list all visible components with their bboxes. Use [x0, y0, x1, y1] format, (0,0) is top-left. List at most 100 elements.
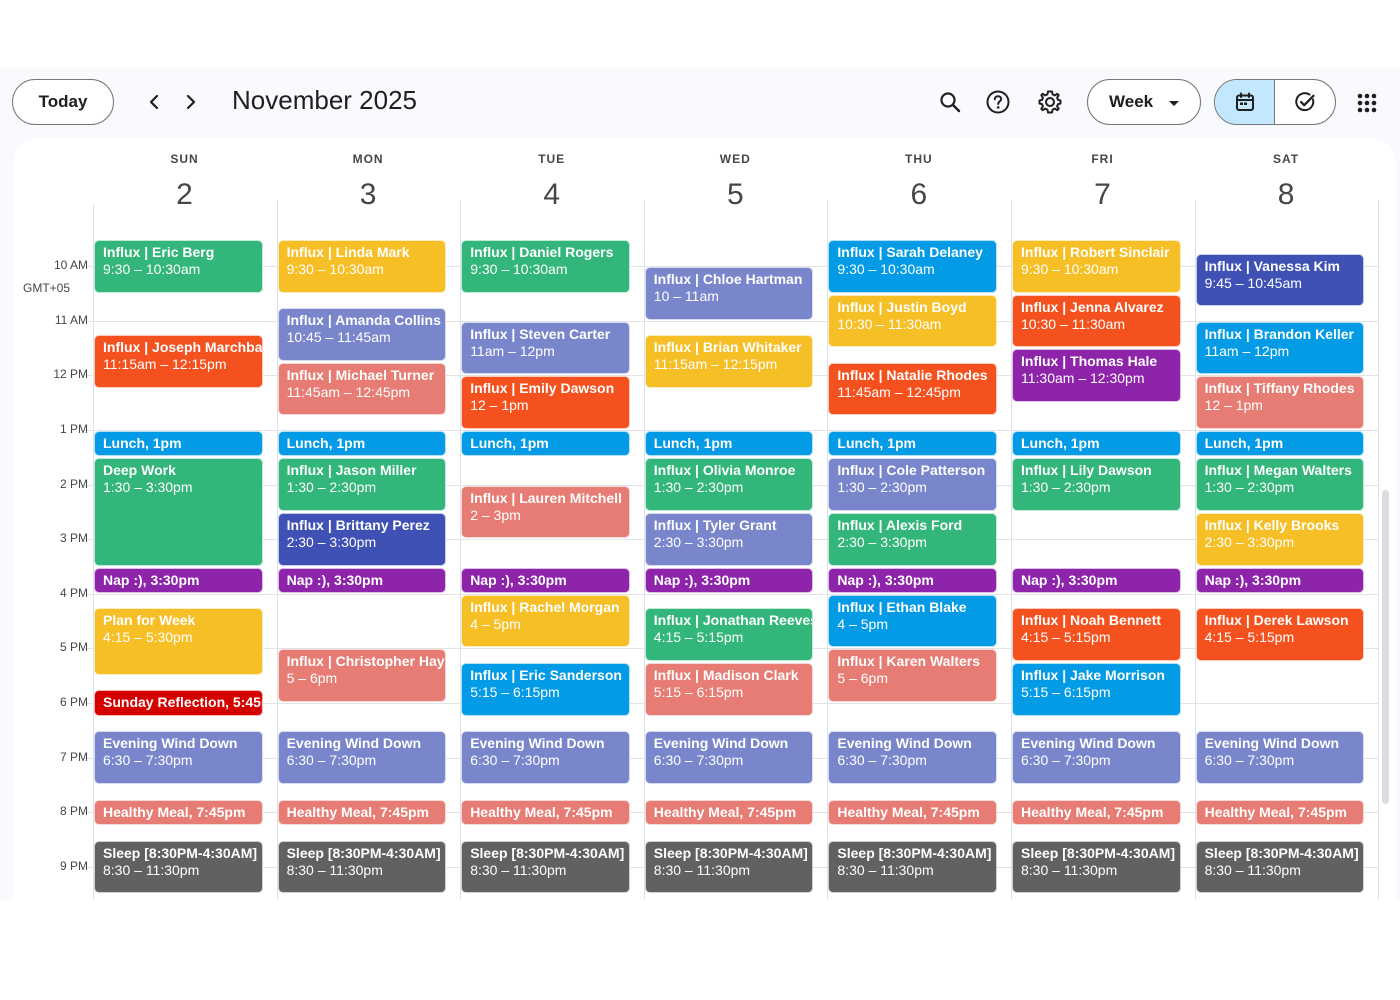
- calendar-event[interactable]: Evening Wind Down 6:30 – 7:30pm: [1195, 731, 1365, 784]
- calendar-event[interactable]: Influx | Christopher Hayes 5 – 6pm: [277, 649, 447, 702]
- view-selector[interactable]: Week: [1087, 79, 1201, 125]
- calendar-event[interactable]: Influx | Jake Morrison 5:15 – 6:15pm: [1012, 663, 1181, 716]
- calendar-event[interactable]: Sleep [8:30PM-4:30AM] 8:30 – 11:30pm: [461, 840, 630, 894]
- calendar-event[interactable]: Nap :), 3:30pm: [277, 567, 447, 593]
- apps-launcher-button[interactable]: [1352, 88, 1382, 118]
- calendar-event[interactable]: Sleep [8:30PM-4:30AM] 8:30 – 11:30pm: [1012, 840, 1181, 894]
- day-number: 3: [359, 178, 377, 211]
- calendar-event[interactable]: Influx | Joseph Marchbanks11:15am – 12:1…: [94, 335, 263, 389]
- event-title: Influx | Chloe Hartman: [653, 271, 803, 288]
- calendar-event[interactable]: Evening Wind Down 6:30 – 7:30pm: [644, 731, 814, 784]
- calendar-event[interactable]: Influx | Sarah Delaney 9:30 – 10:30am: [828, 239, 997, 293]
- calendar-event[interactable]: Influx | Jenna Alvarez 10:30 – 11:30am: [1012, 294, 1181, 348]
- calendar-event[interactable]: Influx | Cole Patterson 1:30 – 2:30pm: [828, 458, 997, 511]
- calendar-event[interactable]: Evening Wind Down 6:30 – 7:30pm: [828, 731, 997, 784]
- calendar-event[interactable]: Influx | Daniel Rogers 9:30 – 10:30am: [461, 239, 630, 293]
- calendar-event[interactable]: Nap :), 3:30pm: [644, 567, 814, 593]
- calendar-event[interactable]: Healthy Meal, 7:45pm: [277, 799, 447, 825]
- tasks-mode-button[interactable]: [1275, 80, 1335, 124]
- calendar-event[interactable]: Influx | Brandon Keller 11am – 12pm: [1195, 321, 1365, 375]
- hour-label: 6 PM: [59, 695, 88, 710]
- calendar-event[interactable]: Influx | Justin Boyd 10:30 – 11:30am: [828, 294, 997, 348]
- day-header-mon[interactable]: MON 3: [277, 138, 460, 228]
- calendar-event[interactable]: Healthy Meal, 7:45pm: [828, 799, 997, 825]
- calendar-event[interactable]: Influx | Chloe Hartman 10 – 11am: [644, 267, 814, 320]
- calendar-event[interactable]: Influx | Noah Bennett 4:15 – 5:15pm: [1012, 608, 1181, 662]
- calendar-event[interactable]: Influx | Ethan Blake 4 – 5pm: [828, 594, 997, 648]
- calendar-event[interactable]: Lunch, 1pm: [461, 431, 630, 457]
- calendar-event[interactable]: Influx | Michael Turner 11:45am – 12:45pm: [277, 362, 447, 416]
- calendar-event[interactable]: Healthy Meal, 7:45pm: [1195, 799, 1365, 825]
- calendar-event[interactable]: Influx | Derek Lawson 4:15 – 5:15pm: [1195, 608, 1365, 662]
- settings-button[interactable]: [1033, 85, 1067, 119]
- calendar-event[interactable]: Influx | Kelly Brooks 2:30 – 3:30pm: [1195, 512, 1365, 566]
- calendar-event[interactable]: Nap :), 3:30pm: [461, 567, 630, 593]
- calendar-event[interactable]: Influx | Eric Sanderson 5:15 – 6:15pm: [461, 663, 630, 716]
- calendar-event[interactable]: Influx | Natalie Rhodes 11:45am – 12:45pm: [828, 362, 997, 416]
- calendar-event[interactable]: Lunch, 1pm: [1012, 431, 1181, 457]
- calendar-event[interactable]: Sunday Reflection, 5:45pm: [94, 690, 263, 716]
- calendar-event[interactable]: Influx | Jason Miller 1:30 – 2:30pm: [277, 458, 447, 511]
- calendar-event[interactable]: Influx | Tiffany Rhodes 12 – 1pm: [1195, 376, 1365, 429]
- search-button[interactable]: [933, 85, 967, 119]
- calendar-event[interactable]: Lunch, 1pm: [277, 431, 447, 457]
- calendar-event[interactable]: Sleep [8:30PM-4:30AM] 8:30 – 11:30pm: [277, 840, 447, 894]
- calendar-event[interactable]: Influx | Lauren Mitchell 2 – 3pm: [461, 485, 630, 539]
- calendar-event[interactable]: Deep Work 1:30 – 3:30pm: [94, 458, 263, 566]
- help-button[interactable]: [981, 85, 1015, 119]
- calendar-event[interactable]: Evening Wind Down 6:30 – 7:30pm: [461, 731, 630, 784]
- calendar-event[interactable]: Influx | Thomas Hale 11:30am – 12:30pm: [1012, 349, 1181, 402]
- day-header-sat[interactable]: SAT 8: [1195, 138, 1378, 228]
- calendar-event[interactable]: Nap :), 3:30pm: [1012, 567, 1181, 593]
- calendar-event[interactable]: Influx | Brittany Perez 2:30 – 3:30pm: [277, 512, 447, 566]
- calendar-event[interactable]: Influx | Vanessa Kim 9:45 – 10:45am: [1195, 253, 1365, 307]
- calendar-event[interactable]: Influx | Rachel Morgan 4 – 5pm: [461, 594, 630, 648]
- calendar-event[interactable]: Nap :), 3:30pm: [828, 567, 997, 593]
- day-header-wed[interactable]: WED 5: [644, 138, 827, 228]
- calendar-event[interactable]: Sleep [8:30PM-4:30AM] 8:30 – 11:30pm: [828, 840, 997, 894]
- calendar-event[interactable]: Influx | Steven Carter 11am – 12pm: [461, 321, 630, 375]
- calendar-event[interactable]: Influx | Brian Whitaker 11:15am – 12:15pm: [644, 335, 814, 389]
- calendar-event[interactable]: Influx | Karen Walters 5 – 6pm: [828, 649, 997, 702]
- calendar-event[interactable]: Influx | Robert Sinclair 9:30 – 10:30am: [1012, 239, 1181, 293]
- prev-week-button[interactable]: [140, 88, 168, 116]
- calendar-event[interactable]: Healthy Meal, 7:45pm: [644, 799, 814, 825]
- calendar-event[interactable]: Influx | Megan Walters 1:30 – 2:30pm: [1195, 458, 1365, 511]
- calendar-event[interactable]: Sleep [8:30PM-4:30AM] 8:30 – 11:30pm: [94, 840, 263, 894]
- calendar-event[interactable]: Nap :), 3:30pm: [1195, 567, 1365, 593]
- event-time: 4:15 – 5:15pm: [653, 629, 744, 646]
- calendar-event[interactable]: Nap :), 3:30pm: [94, 567, 263, 593]
- calendar-event[interactable]: Plan for Week 4:15 – 5:30pm: [94, 608, 263, 675]
- calendar-event[interactable]: Influx | Eric Berg 9:30 – 10:30am: [94, 239, 263, 293]
- calendar-event[interactable]: Influx | Amanda Collins 10:45 – 11:45am: [277, 308, 447, 361]
- calendar-event[interactable]: Lunch, 1pm: [828, 431, 997, 457]
- calendar-event[interactable]: Healthy Meal, 7:45pm: [461, 799, 630, 825]
- calendar-event[interactable]: Influx | Emily Dawson 12 – 1pm: [461, 376, 630, 429]
- calendar-event[interactable]: Sleep [8:30PM-4:30AM] 8:30 – 11:30pm: [644, 840, 814, 894]
- calendar-event[interactable]: Sleep [8:30PM-4:30AM] 8:30 – 11:30pm: [1195, 840, 1365, 894]
- calendar-event[interactable]: Influx | Lily Dawson 1:30 – 2:30pm: [1012, 458, 1181, 511]
- calendar-mode-button[interactable]: [1215, 80, 1276, 124]
- calendar-event[interactable]: Influx | Madison Clark 5:15 – 6:15pm: [644, 663, 814, 716]
- day-header-sun[interactable]: SUN 2: [93, 138, 276, 228]
- calendar-event[interactable]: Evening Wind Down 6:30 – 7:30pm: [277, 731, 447, 784]
- calendar-event[interactable]: Healthy Meal, 7:45pm: [1012, 799, 1181, 825]
- today-button[interactable]: Today: [12, 79, 114, 125]
- calendar-event[interactable]: Evening Wind Down 6:30 – 7:30pm: [94, 731, 263, 784]
- calendar-event[interactable]: Influx | Tyler Grant 2:30 – 3:30pm: [644, 512, 814, 566]
- vertical-scrollbar[interactable]: [1382, 490, 1389, 804]
- calendar-event[interactable]: Healthy Meal, 7:45pm: [94, 799, 263, 825]
- next-week-button[interactable]: [177, 88, 205, 116]
- calendar-event[interactable]: Influx | Olivia Monroe 1:30 – 2:30pm: [644, 458, 814, 511]
- calendar-event[interactable]: Evening Wind Down 6:30 – 7:30pm: [1012, 731, 1181, 784]
- calendar-event[interactable]: Lunch, 1pm: [644, 431, 814, 457]
- calendar-event[interactable]: Influx | Alexis Ford 2:30 – 3:30pm: [828, 512, 997, 566]
- calendar-event[interactable]: Influx | Jonathan Reeves 4:15 – 5:15pm: [644, 608, 814, 662]
- calendar-event[interactable]: Lunch, 1pm: [1195, 431, 1365, 457]
- day-header-fri[interactable]: FRI 7: [1011, 138, 1194, 228]
- calendar-event[interactable]: Influx | Linda Mark 9:30 – 10:30am: [277, 239, 447, 293]
- day-header-thu[interactable]: THU 6: [827, 138, 1010, 228]
- calendar-event[interactable]: Lunch, 1pm: [94, 431, 263, 457]
- event-time: 6:30 – 7:30pm: [837, 752, 927, 769]
- day-header-tue[interactable]: TUE 4: [460, 138, 643, 228]
